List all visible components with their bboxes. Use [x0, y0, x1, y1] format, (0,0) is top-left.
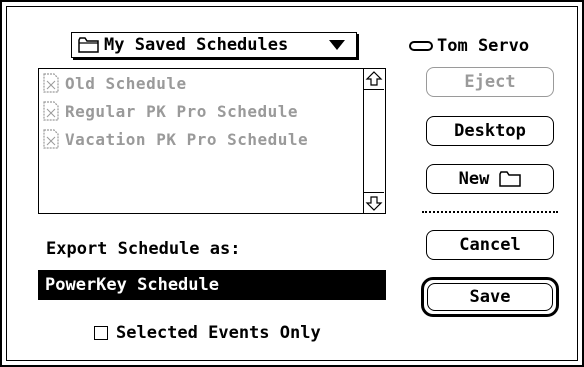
file-item-name: Vacation PK Pro Schedule [65, 129, 309, 149]
document-icon [43, 101, 59, 121]
export-name-field[interactable] [38, 270, 386, 300]
disk-icon [409, 41, 433, 51]
selected-events-only-option[interactable]: Selected Events Only [94, 323, 321, 343]
save-button[interactable]: Save [427, 283, 553, 311]
button-divider [422, 211, 558, 213]
eject-button[interactable]: Eject [426, 67, 554, 97]
folder-icon [499, 171, 522, 187]
scroll-up-arrow-icon[interactable] [364, 69, 384, 90]
file-list[interactable]: Old Schedule Regular PK Pro Schedule Vac… [38, 68, 386, 214]
file-list-scrollbar[interactable] [363, 69, 385, 213]
volume-label: Tom Servo [437, 36, 530, 56]
export-name-label: Export Schedule as: [46, 239, 241, 259]
new-folder-label: New [458, 169, 490, 189]
file-item-name: Old Schedule [65, 73, 187, 93]
file-list-items: Old Schedule Regular PK Pro Schedule Vac… [39, 69, 364, 213]
cancel-button[interactable]: Cancel [426, 230, 554, 260]
file-item-name: Regular PK Pro Schedule [65, 101, 299, 121]
selected-events-only-checkbox[interactable] [94, 326, 108, 340]
location-popup-label: My Saved Schedules [104, 35, 289, 55]
file-item[interactable]: Old Schedule [39, 69, 364, 97]
new-folder-button[interactable]: New [426, 164, 554, 194]
selected-events-only-label: Selected Events Only [116, 323, 321, 343]
volume-name[interactable]: Tom Servo [409, 36, 529, 56]
folder-icon [78, 37, 99, 53]
location-popup-menu[interactable]: My Saved Schedules [71, 32, 357, 58]
save-dialog: My Saved Schedules Tom Servo Old Schedul… [0, 0, 584, 367]
scroll-down-arrow-icon[interactable] [364, 192, 384, 213]
file-item[interactable]: Regular PK Pro Schedule [39, 97, 364, 125]
document-icon [43, 73, 59, 93]
triangle-down-icon [329, 40, 345, 50]
file-item[interactable]: Vacation PK Pro Schedule [39, 125, 364, 153]
desktop-button[interactable]: Desktop [426, 116, 554, 146]
document-icon [43, 129, 59, 149]
